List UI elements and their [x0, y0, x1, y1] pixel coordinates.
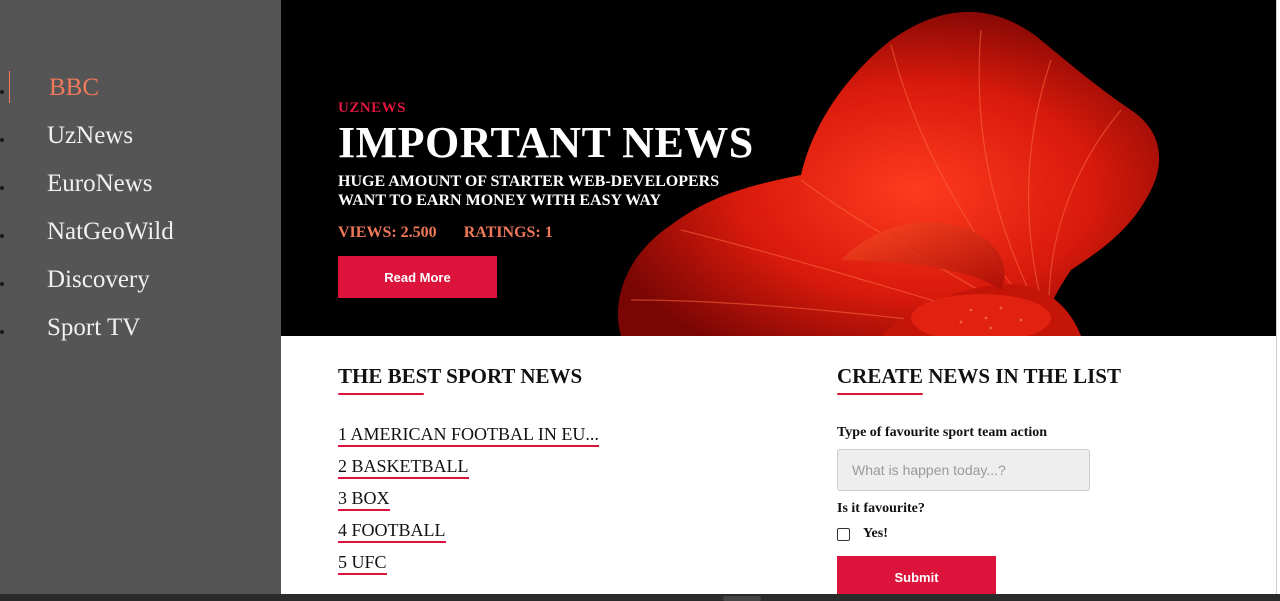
favourite-checkbox[interactable]	[837, 528, 850, 541]
hero-subtitle: HUGE AMOUNT OF STARTER WEB-DEVELOPERS WA…	[338, 172, 758, 210]
sidebar: BBC UzNews EuroNews NatGeoWild Discovery…	[0, 0, 281, 594]
bullet-icon	[0, 186, 4, 190]
sidebar-item-euronews[interactable]: EuroNews	[0, 160, 281, 208]
ratings-count: RATINGS: 1	[463, 224, 553, 241]
list-item[interactable]: 1 AMERICAN FOOTBAL IN EU...	[338, 424, 599, 447]
scrollbar-thumb[interactable]	[723, 596, 761, 601]
hero-banner: UZNEWS IMPORTANT NEWS HUGE AMOUNT OF STA…	[281, 0, 1277, 336]
list-row: 3 BOX	[338, 488, 599, 520]
list-row: 5 UFC	[338, 552, 599, 584]
hero-subtitle-line: HUGE AMOUNT OF STARTER WEB-DEVELOPERS	[338, 173, 720, 190]
hero-headline: IMPORTANT NEWS	[338, 118, 754, 167]
sidebar-item-label: BBC	[49, 74, 100, 101]
field-label: Type of favourite sport team action	[837, 425, 1048, 440]
views-count: VIEWS: 2.500	[338, 224, 437, 241]
sport-news-list: 1 AMERICAN FOOTBAL IN EU... 2 BASKETBALL…	[338, 424, 599, 584]
page-edge-divider	[1276, 0, 1277, 594]
bullet-icon	[0, 138, 4, 142]
bullet-icon	[0, 282, 4, 286]
hero-content: UZNEWS IMPORTANT NEWS HUGE AMOUNT OF STA…	[338, 100, 758, 298]
list-item[interactable]: 4 FOOTBALL	[338, 520, 446, 543]
list-row: 1 AMERICAN FOOTBAL IN EU...	[338, 424, 599, 456]
sidebar-item-sport-tv[interactable]: Sport TV	[0, 304, 281, 352]
news-text-input[interactable]	[837, 449, 1090, 491]
bullet-icon	[0, 330, 4, 334]
sport-news-title: THE BEST SPORT NEWS	[338, 364, 583, 395]
sidebar-item-natgeowild[interactable]: NatGeoWild	[0, 208, 281, 256]
sidebar-list: BBC UzNews EuroNews NatGeoWild Discovery…	[0, 64, 281, 352]
sidebar-item-uznews[interactable]: UzNews	[0, 112, 281, 160]
sidebar-item-label: NatGeoWild	[47, 218, 174, 245]
checkbox-label[interactable]: Yes!	[863, 526, 888, 542]
sidebar-item-bbc[interactable]: BBC	[0, 64, 281, 112]
bullet-icon	[0, 90, 4, 94]
sidebar-item-label: EuroNews	[47, 170, 153, 197]
sidebar-item-label: UzNews	[47, 122, 134, 149]
sidebar-item-discovery[interactable]: Discovery	[0, 256, 281, 304]
list-item[interactable]: 5 UFC	[338, 552, 387, 575]
list-row: 4 FOOTBALL	[338, 520, 599, 552]
bottom-scrollbar[interactable]	[0, 594, 1280, 601]
list-item[interactable]: 3 BOX	[338, 488, 390, 511]
bullet-icon	[0, 234, 4, 238]
active-indicator	[9, 71, 10, 103]
hero-eyebrow: UZNEWS	[338, 100, 407, 116]
favourite-label: Is it favourite?	[837, 501, 925, 516]
submit-button[interactable]: Submit	[837, 556, 996, 598]
list-row: 2 BASKETBALL	[338, 456, 599, 488]
sidebar-item-label: Discovery	[47, 266, 150, 293]
hero-subtitle-line: WANT TO EARN MONEY WITH EASY WAY	[338, 192, 662, 209]
sidebar-item-label: Sport TV	[47, 314, 141, 341]
list-item[interactable]: 2 BASKETBALL	[338, 456, 469, 479]
create-news-title: CREATE NEWS IN THE LIST	[837, 364, 1121, 395]
read-more-button[interactable]: Read More	[338, 256, 497, 298]
hero-stats: VIEWS: 2.500 RATINGS: 1	[338, 224, 758, 242]
